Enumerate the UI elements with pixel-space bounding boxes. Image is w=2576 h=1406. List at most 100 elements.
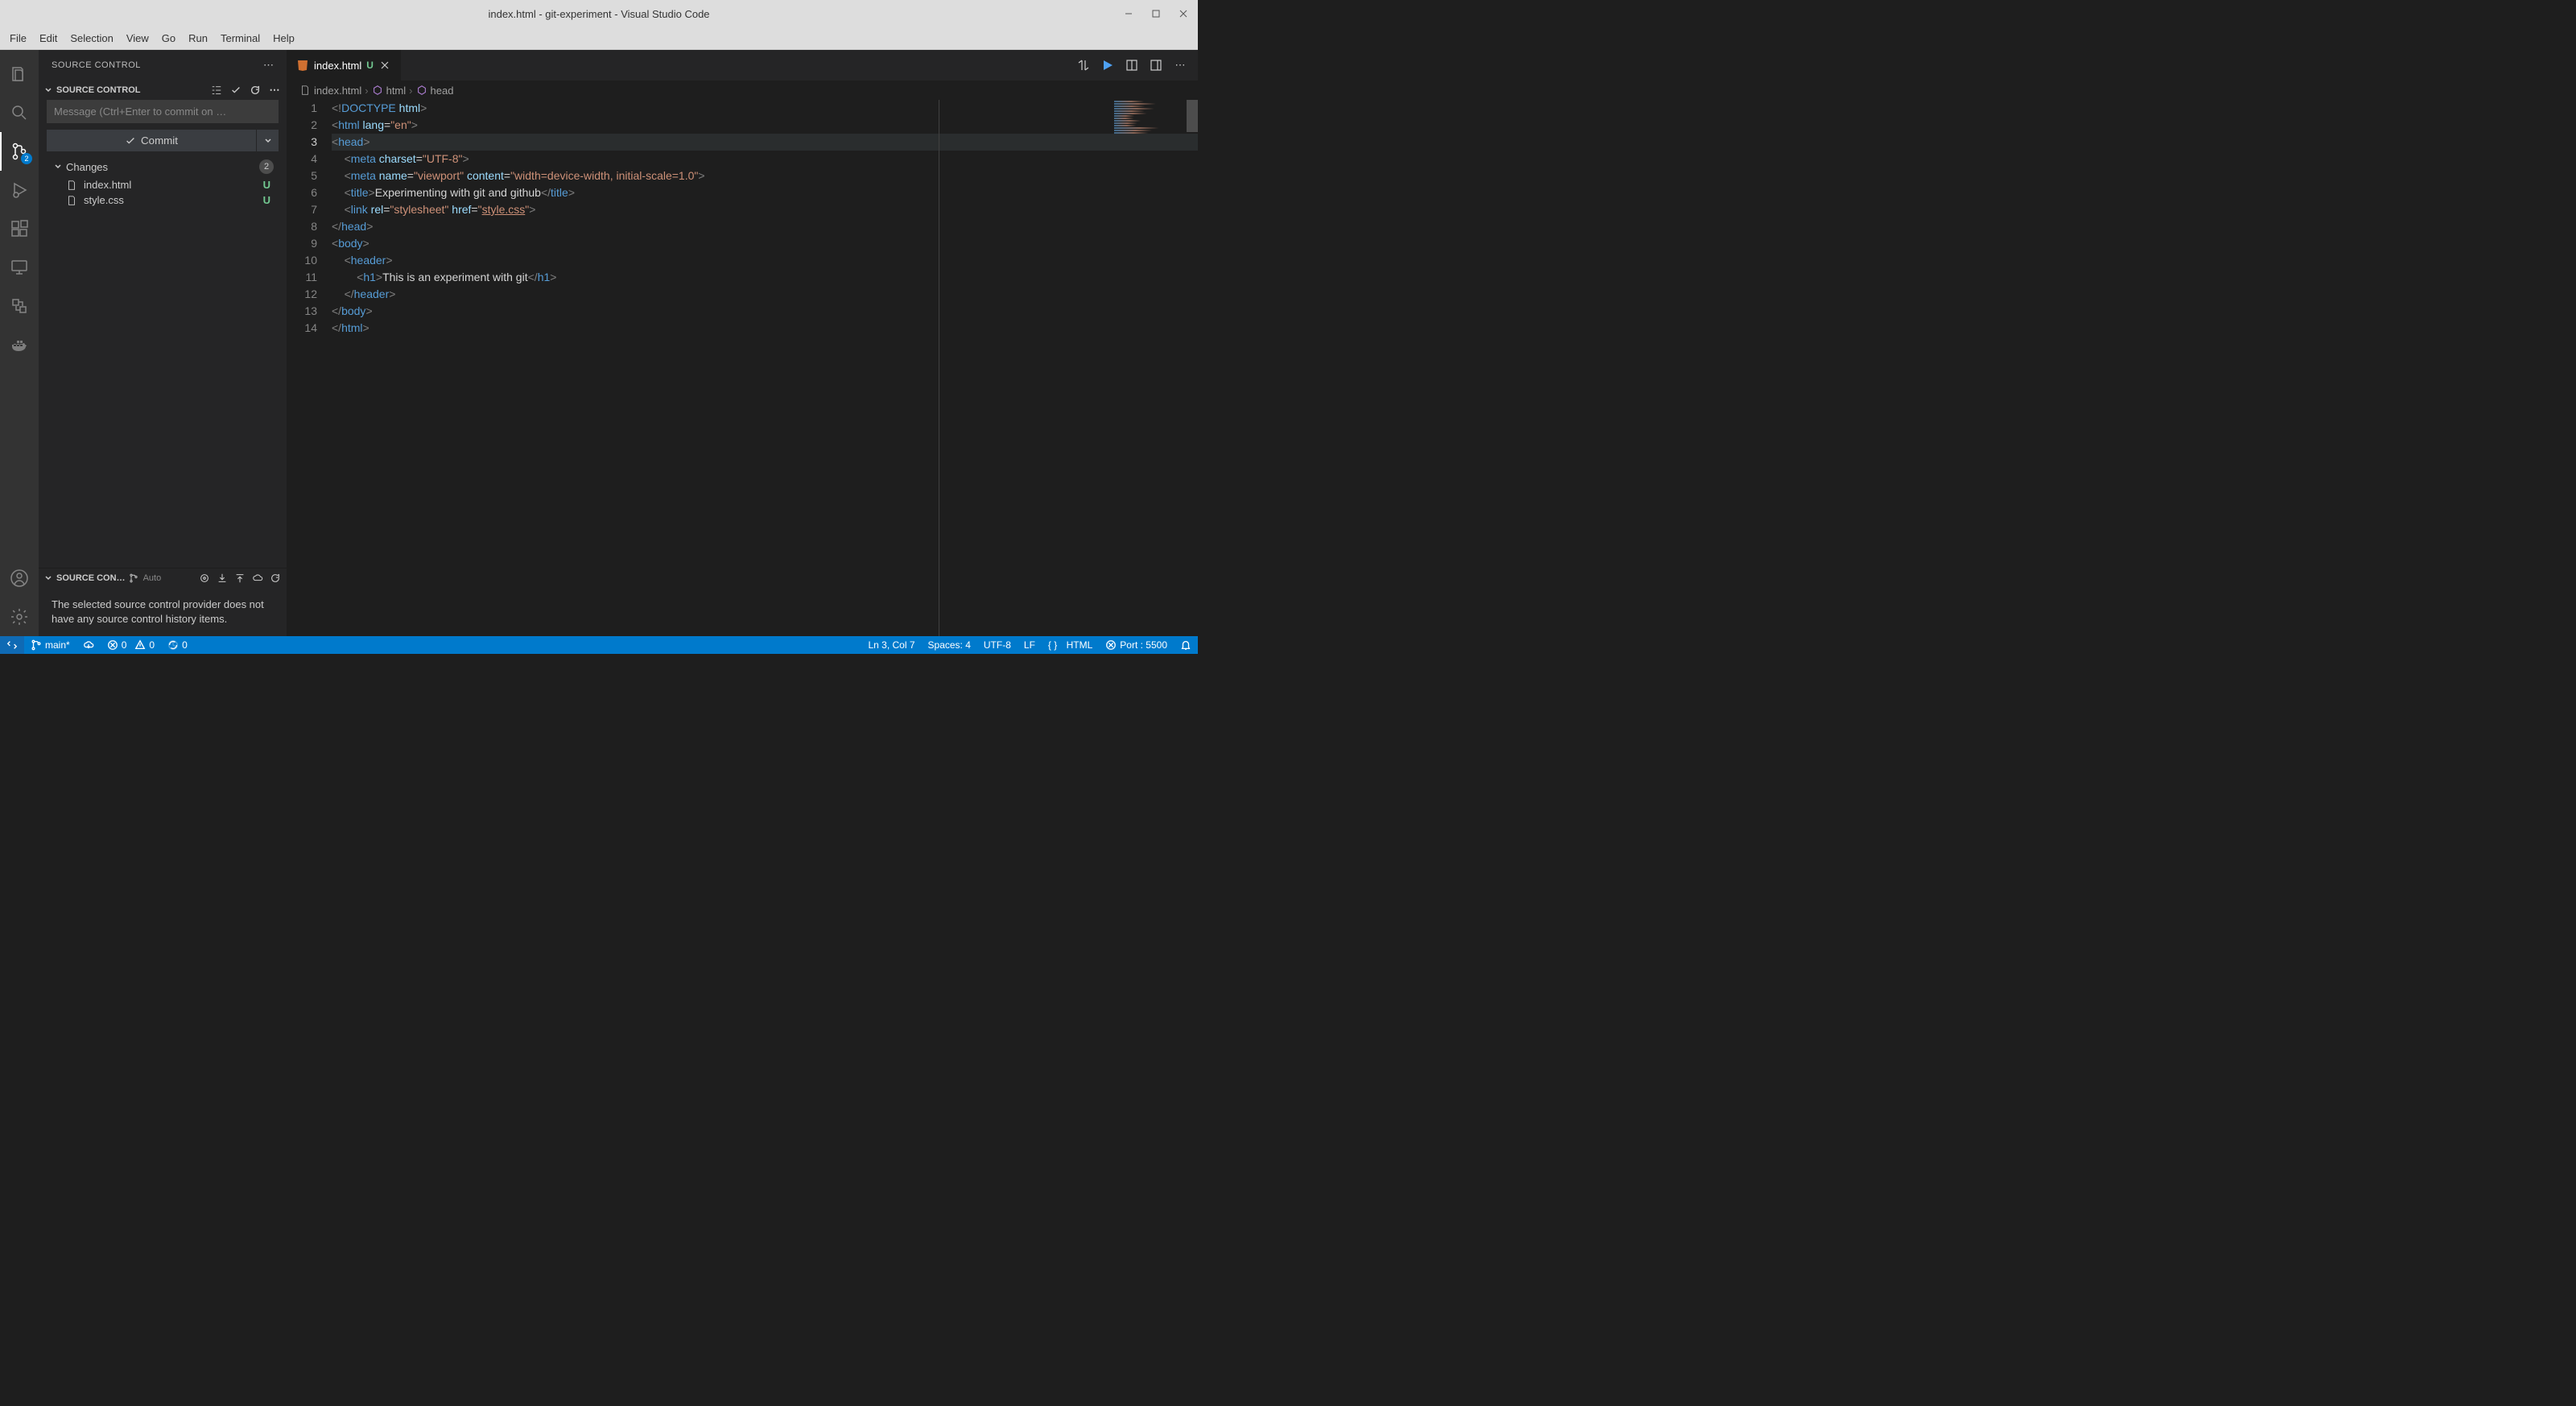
scm-graph-empty-message: The selected source control provider doe… [39,588,287,636]
graph-auto-label: Auto [143,573,162,583]
crumb-head: head [431,85,454,97]
accounts-icon[interactable] [0,559,39,598]
status-branch[interactable]: main* [24,636,76,654]
sidebar: SOURCE CONTROL ⋯ SOURCE CONTROL ⋯ Commit [39,50,287,636]
status-notifications[interactable] [1174,636,1198,654]
status-ports[interactable]: 0 [161,636,194,654]
menu-run[interactable]: Run [182,29,214,48]
docker-icon[interactable] [0,325,39,364]
view-as-tree-icon[interactable] [209,84,224,97]
settings-icon[interactable] [0,598,39,636]
changes-label: Changes [66,161,108,173]
file-status: U [263,179,270,191]
status-eol[interactable]: LF [1018,636,1042,654]
menu-selection[interactable]: Selection [64,29,119,48]
window-controls [1121,6,1191,22]
status-encoding[interactable]: UTF-8 [977,636,1018,654]
menu-go[interactable]: Go [155,29,182,48]
commit-message-input[interactable] [47,100,279,123]
menubar: File Edit Selection View Go Run Terminal… [0,27,1198,50]
source-control-icon[interactable]: 2 [0,132,39,171]
titlebar: index.html - git-experiment - Visual Stu… [0,0,1198,27]
crumb-file: index.html [314,85,361,97]
crumb-html: html [386,85,407,97]
scm-graph-header[interactable]: SOURCE CON… Auto [39,569,287,588]
branch-icon [129,573,138,583]
braces-icon: { } [1048,639,1057,651]
status-sync[interactable] [76,636,101,654]
remote-indicator[interactable] [0,636,24,654]
scm-panel-label: SOURCE CONTROL [56,85,209,95]
run-active-file-icon[interactable] [1100,57,1116,73]
menu-edit[interactable]: Edit [33,29,64,48]
statusbar: main* 0 0 0 Ln 3, Col 7 Spaces: 4 UTF-8 … [0,636,1198,654]
scm-panel-header[interactable]: SOURCE CONTROL ⋯ [39,81,287,100]
minimize-icon[interactable] [1121,6,1137,22]
ports-icon[interactable] [0,287,39,325]
sidebar-title: SOURCE CONTROL ⋯ [39,50,287,81]
remote-explorer-icon[interactable] [0,248,39,287]
vertical-scrollbar[interactable] [1187,100,1198,636]
more-icon[interactable]: ⋯ [1172,57,1188,73]
chevron-right-icon: › [365,85,368,97]
file-row[interactable]: style.css U [47,192,279,208]
maximize-icon[interactable] [1148,6,1164,22]
chevron-right-icon: › [409,85,412,97]
compare-changes-icon[interactable] [1075,57,1092,73]
close-icon[interactable] [1175,6,1191,22]
file-name: index.html [84,179,131,191]
status-spaces[interactable]: Spaces: 4 [922,636,977,654]
split-editor-icon[interactable] [1124,57,1140,73]
chevron-down-icon [43,85,53,95]
close-icon[interactable] [378,60,391,70]
menu-help[interactable]: Help [266,29,301,48]
status-cursor[interactable]: Ln 3, Col 7 [861,636,921,654]
code-editor[interactable]: 1234567891011121314 <!DOCTYPE html><html… [287,100,1198,636]
breadcrumbs[interactable]: index.html › html › head [287,81,1198,100]
commit-check-icon[interactable] [229,84,243,97]
minimap[interactable] [1114,100,1187,636]
changes-count-badge: 2 [259,159,274,174]
window-title: index.html - git-experiment - Visual Stu… [488,8,709,20]
menu-file[interactable]: File [3,29,33,48]
file-icon [66,180,79,191]
refresh-icon[interactable] [269,573,282,584]
search-icon[interactable] [0,93,39,132]
cloud-icon[interactable] [251,573,264,584]
menu-view[interactable]: View [120,29,155,48]
status-live-server[interactable]: Port : 5500 [1099,636,1174,654]
chevron-down-icon [43,573,53,583]
push-icon[interactable] [233,573,246,584]
activitybar: 2 [0,50,39,636]
explorer-icon[interactable] [0,55,39,93]
more-icon[interactable]: ⋯ [263,59,274,72]
toggle-layout-icon[interactable] [1148,57,1164,73]
editor-area: index.html U ⋯ index.html › html › head … [287,50,1198,636]
file-status: U [263,194,270,206]
commit-dropdown-button[interactable] [256,130,279,151]
sidebar-title-text: SOURCE CONTROL [52,60,141,70]
extensions-icon[interactable] [0,209,39,248]
tab-status: U [366,60,374,71]
refresh-icon[interactable] [248,84,262,97]
commit-button[interactable]: Commit [47,130,256,151]
tab-index-html[interactable]: index.html U [287,50,401,81]
menu-terminal[interactable]: Terminal [214,29,266,48]
more-icon[interactable]: ⋯ [267,84,282,97]
scm-graph-label: SOURCE CON… [56,573,126,583]
scm-badge: 2 [21,153,32,164]
file-row[interactable]: index.html U [47,177,279,192]
commit-button-label: Commit [141,134,178,147]
changes-header[interactable]: Changes 2 [47,156,279,177]
code-content[interactable]: <!DOCTYPE html><html lang="en"><head> <m… [332,100,1198,636]
html-file-icon [296,59,309,72]
file-icon [66,195,79,206]
status-problems[interactable]: 0 0 [101,636,161,654]
file-name: style.css [84,194,124,206]
status-language[interactable]: { } HTML [1042,636,1099,654]
pull-icon[interactable] [216,573,229,584]
target-icon[interactable] [198,573,211,584]
symbol-icon [416,85,427,96]
tab-label: index.html [314,60,361,72]
run-debug-icon[interactable] [0,171,39,209]
